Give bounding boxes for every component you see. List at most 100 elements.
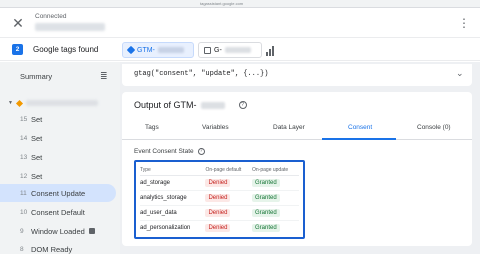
granted-badge: Granted [252, 193, 280, 202]
consent-table: Type On-page default On-page update ad_s… [140, 165, 299, 235]
event-label: Set [31, 171, 43, 181]
event-number: 13 [20, 153, 28, 161]
consent-state-label: Event Consent State ? [134, 148, 205, 155]
tag-fired-icon [88, 228, 95, 234]
event-sidebar: Summary ≣ ▼ 15 Set 14 Set 13 Set 12 Set … [0, 62, 120, 254]
bar-chart-icon[interactable] [266, 44, 278, 56]
redacted-container-id [200, 101, 225, 109]
consent-state-text: Event Consent State [134, 148, 194, 155]
tab-variables[interactable]: Variables [202, 124, 229, 131]
denied-badge: Denied [205, 208, 231, 217]
consent-type: analytics_storage [140, 190, 206, 206]
close-icon[interactable]: ✕ [11, 16, 25, 30]
consent-type: ad_user_data [140, 205, 206, 221]
granted-badge: Granted [252, 208, 280, 217]
url-text: tagassistant.google.com [200, 1, 244, 6]
redacted-page-url [25, 100, 98, 106]
help-icon[interactable]: ? [197, 148, 205, 155]
table-row: analytics_storage Denied Granted [140, 190, 299, 206]
tab-consent[interactable]: Consent [348, 124, 372, 131]
update-cell: Granted [252, 190, 299, 206]
col-default: On-page default [205, 165, 253, 176]
help-icon[interactable]: ? [238, 101, 247, 109]
redacted-id [157, 47, 184, 53]
redacted-id [224, 47, 251, 53]
update-cell: Granted [252, 205, 299, 221]
event-number: 12 [20, 172, 28, 180]
tab-tags[interactable]: Tags [145, 124, 159, 131]
table-row: ad_storage Denied Granted [140, 175, 299, 191]
tab-data-layer[interactable]: Data Layer [273, 124, 305, 131]
output-tabs: Tags Variables Data Layer Consent Consol… [122, 118, 472, 140]
sidebar-item-dom-ready[interactable]: 8 DOM Ready [0, 240, 116, 254]
denied-badge: Denied [205, 193, 231, 202]
page-diamond-icon [15, 99, 23, 107]
default-cell: Denied [205, 190, 253, 206]
connected-label: Connected [35, 13, 67, 20]
tab-console[interactable]: Console (0) [417, 124, 451, 131]
denied-badge: Denied [205, 178, 231, 187]
update-cell: Granted [252, 220, 299, 235]
denied-badge: Denied [205, 223, 231, 232]
event-label: Set [31, 133, 43, 143]
chevron-down-icon[interactable]: ⌄ [456, 68, 464, 79]
redacted-site [35, 23, 105, 31]
active-tab-indicator [322, 138, 396, 140]
granted-badge: Granted [252, 223, 280, 232]
table-row: ad_user_data Denied Granted [140, 205, 299, 221]
event-code: gtag("consent", "update", {...}) [134, 70, 269, 78]
default-cell: Denied [205, 205, 253, 221]
event-number: 15 [20, 115, 28, 123]
sidebar-item-consent-default[interactable]: 10 Consent Default [0, 203, 116, 221]
gtm-chip-label: GTM- [137, 46, 155, 54]
sidebar-item-consent-update[interactable]: 11 Consent Update [0, 184, 116, 202]
consent-type: ad_personalization [140, 224, 191, 231]
summary-link[interactable]: Summary [20, 72, 52, 81]
default-cell: Denied [205, 175, 253, 191]
sidebar-item-window-loaded[interactable]: 9 Window Loaded [0, 222, 116, 240]
main-panel: gtag("consent", "update", {...}) ⌄ Outpu… [120, 62, 480, 254]
table-header-row: Type On-page default On-page update [140, 165, 299, 176]
event-label: Window Loaded [31, 226, 85, 236]
gtm-tag-chip[interactable]: GTM- [122, 42, 194, 58]
caret-down-icon: ▼ [8, 100, 13, 106]
default-cell: Denied [205, 220, 252, 235]
output-card: Output of GTM- ? Tags Variables Data Lay… [122, 92, 472, 246]
event-label: Consent Update [31, 188, 86, 198]
event-label: DOM Ready [31, 244, 73, 254]
clear-list-icon[interactable]: ≣ [100, 71, 110, 81]
consent-type: ad_storage [140, 175, 206, 191]
col-update: On-page update [252, 165, 299, 176]
output-title: Output of GTM- ? [134, 100, 247, 110]
granted-badge: Granted [252, 178, 280, 187]
sidebar-item-15[interactable]: 15 Set [0, 110, 116, 128]
sidebar-item-12[interactable]: 12 Set [0, 167, 116, 185]
output-title-text: Output of GTM- [134, 100, 197, 110]
sidebar-item-14[interactable]: 14 Set [0, 129, 116, 147]
tags-found-label: Google tags found [33, 45, 99, 54]
event-code-card[interactable]: gtag("consent", "update", {...}) ⌄ [122, 64, 472, 86]
event-number: 14 [20, 134, 28, 142]
event-number: 10 [20, 208, 28, 216]
browser-bar: tagassistant.google.com [0, 0, 480, 8]
consent-table-highlight: Type On-page default On-page update ad_s… [134, 160, 305, 239]
event-label: Set [31, 152, 43, 162]
more-vert-icon[interactable]: ⋮ [458, 16, 470, 30]
event-number: 11 [20, 189, 27, 197]
ga-tag-chip[interactable]: G- [198, 42, 262, 58]
event-number: 9 [20, 227, 24, 235]
google-tag-icon [204, 46, 211, 54]
update-cell: Granted [252, 175, 299, 191]
event-label: Consent Default [31, 207, 85, 217]
sidebar-page-group[interactable]: ▼ [8, 96, 118, 110]
col-type: Type [140, 165, 206, 176]
tags-bar: 2 Google tags found GTM- G- [0, 37, 480, 61]
tag-count-badge: 2 [12, 44, 23, 55]
event-label: Set [31, 114, 43, 124]
table-row: ad_personalization Denied Granted [140, 220, 299, 235]
gtm-diamond-icon [126, 45, 136, 55]
ga-chip-label: G- [214, 46, 222, 54]
header: ✕ Connected ⋮ [0, 8, 480, 36]
event-number: 8 [20, 245, 24, 253]
sidebar-item-13[interactable]: 13 Set [0, 148, 116, 166]
